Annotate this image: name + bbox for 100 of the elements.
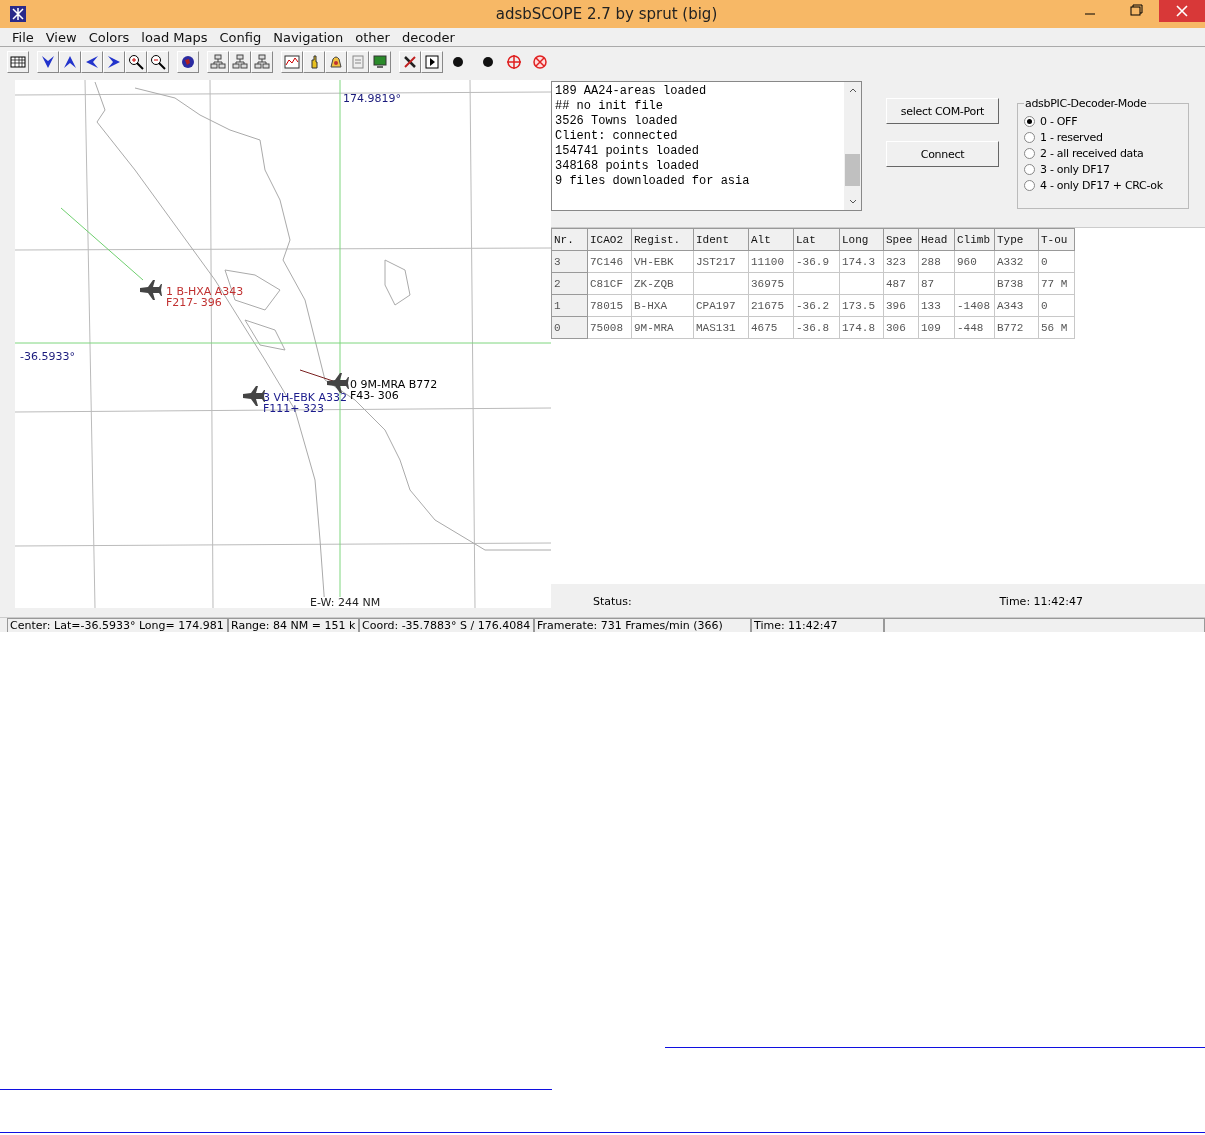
table-cell: 396 bbox=[883, 294, 919, 317]
table-cell: B772 bbox=[994, 316, 1039, 339]
menu-item[interactable]: Navigation bbox=[267, 29, 350, 45]
menu-item[interactable]: Colors bbox=[82, 29, 136, 45]
table-cell: 11100 bbox=[748, 250, 794, 273]
chart-icon[interactable] bbox=[281, 51, 303, 73]
connect-button[interactable]: Connect bbox=[886, 141, 999, 167]
table-cell: MAS131 bbox=[693, 316, 749, 339]
latitude-label: -36.5933° bbox=[20, 350, 75, 363]
window-title: adsbSCOPE 2.7 by sprut (big) bbox=[494, 5, 719, 23]
table-cell: 960 bbox=[954, 250, 995, 273]
column-header[interactable]: Regist. bbox=[631, 228, 694, 251]
menu-item[interactable]: load Maps bbox=[135, 29, 214, 45]
scroll-down-icon[interactable] bbox=[847, 198, 858, 206]
log-line: 9 files downloaded for asia bbox=[555, 174, 751, 189]
table-cell: A332 bbox=[994, 250, 1039, 273]
status-cell: Time: 11:42:47 bbox=[751, 618, 884, 632]
radio-option[interactable]: 0 - OFF bbox=[1024, 113, 1182, 129]
table-cell: -448 bbox=[954, 316, 995, 339]
network-icon[interactable] bbox=[229, 51, 251, 73]
table-cell: 288 bbox=[918, 250, 955, 273]
table-cell: A343 bbox=[994, 294, 1039, 317]
log-line: Client: connected bbox=[555, 129, 679, 144]
menu-item[interactable]: decoder bbox=[395, 29, 461, 45]
status-cell: Coord: -35.7883° S / 176.4084 bbox=[359, 618, 534, 632]
table-cell: CPA197 bbox=[693, 294, 749, 317]
status-label: Status: bbox=[593, 595, 632, 608]
table-cell: 306 bbox=[883, 316, 919, 339]
group-title: adsbPIC-Decoder-Mode bbox=[1024, 97, 1148, 110]
column-header[interactable]: Long bbox=[839, 228, 884, 251]
scale-label: E-W: 244 NM bbox=[310, 597, 381, 608]
column-header[interactable]: Lat bbox=[793, 228, 840, 251]
table-cell: 1 bbox=[551, 294, 588, 317]
menu-item[interactable]: Config bbox=[213, 29, 268, 45]
table-cell: -36.2 bbox=[793, 294, 840, 317]
zoom-out-icon[interactable] bbox=[147, 51, 169, 73]
radio-option[interactable]: 4 - only DF17 + CRC-ok bbox=[1024, 177, 1182, 193]
table-cell: -36.9 bbox=[793, 250, 840, 273]
network-icon[interactable] bbox=[207, 51, 229, 73]
longitude-label: 174.9819° bbox=[343, 92, 401, 105]
table-cell: 0 bbox=[551, 316, 588, 339]
table-cell: 36975 bbox=[748, 272, 794, 295]
select-port-button[interactable]: select COM-Port bbox=[886, 98, 999, 124]
aircraft-label: 1 B-HXA A343 F217- 396 bbox=[166, 286, 244, 308]
play-icon[interactable] bbox=[421, 51, 443, 73]
table-cell: 2 bbox=[551, 272, 588, 295]
column-header[interactable]: T-ou bbox=[1038, 228, 1075, 251]
bell-icon[interactable] bbox=[325, 51, 347, 73]
arrow-left-icon[interactable] bbox=[81, 51, 103, 73]
table-cell: 78015 bbox=[587, 294, 632, 317]
menu-item[interactable]: other bbox=[349, 29, 396, 45]
log-line: 154741 points loaded bbox=[555, 144, 701, 159]
column-header[interactable]: Spee bbox=[883, 228, 919, 251]
monitor-icon[interactable] bbox=[369, 51, 391, 73]
airplane-icon[interactable] bbox=[243, 386, 265, 406]
column-header[interactable]: Ident bbox=[693, 228, 749, 251]
radio-option[interactable]: 2 - all received data bbox=[1024, 145, 1182, 161]
table-cell bbox=[839, 272, 884, 295]
scrollbar[interactable] bbox=[844, 82, 861, 210]
column-header[interactable]: ICAO2 bbox=[587, 228, 632, 251]
table-cell: 133 bbox=[918, 294, 955, 317]
column-header[interactable]: Climb bbox=[954, 228, 995, 251]
table-cell: 7C146 bbox=[587, 250, 632, 273]
menu-item[interactable]: File bbox=[6, 29, 40, 45]
table-cell: JST217 bbox=[693, 250, 749, 273]
menu-item[interactable]: View bbox=[39, 29, 83, 45]
document-icon[interactable] bbox=[347, 51, 369, 73]
table-cell: 109 bbox=[918, 316, 955, 339]
column-header[interactable]: Head bbox=[918, 228, 955, 251]
scroll-up-icon[interactable] bbox=[847, 86, 858, 94]
table-cell: B-HXA bbox=[631, 294, 694, 317]
status-cell: Range: 84 NM = 151 k bbox=[228, 618, 359, 632]
close-icon[interactable] bbox=[1159, 0, 1205, 22]
airplane-icon[interactable] bbox=[327, 373, 349, 393]
airplane-icon[interactable] bbox=[140, 280, 162, 300]
aircraft-label: 0 9M-MRA B772 F43- 306 bbox=[350, 379, 438, 401]
table-cell: B738 bbox=[994, 272, 1039, 295]
radio-option[interactable]: 3 - only DF17 bbox=[1024, 161, 1182, 177]
radio-option[interactable]: 1 - reserved bbox=[1024, 129, 1182, 145]
table-cell: 75008 bbox=[587, 316, 632, 339]
table-cell: ZK-ZQB bbox=[631, 272, 694, 295]
map-view[interactable]: 174.9819° -36.5933° E-W: 244 NM 1 B-HXA A343 F217- 396 3 VH-EBK A332 F111+ 323 0 9M-MRA B772 F43- 306 bbox=[15, 80, 551, 608]
status-cell: Framerate: 731 Frames/min (366) bbox=[534, 618, 751, 632]
table-cell bbox=[793, 272, 840, 295]
globe-icon[interactable] bbox=[177, 51, 199, 73]
arrow-right-icon[interactable] bbox=[103, 51, 125, 73]
table-cell: 77 M bbox=[1038, 272, 1075, 295]
column-header[interactable]: Alt bbox=[748, 228, 794, 251]
log-line: 348168 points loaded bbox=[555, 159, 701, 174]
arrow-down-icon[interactable] bbox=[37, 51, 59, 73]
table-cell: C81CF bbox=[587, 272, 632, 295]
network-icon[interactable] bbox=[251, 51, 273, 73]
table-icon[interactable] bbox=[7, 51, 29, 73]
column-header[interactable]: Type bbox=[994, 228, 1039, 251]
table-cell: 173.5 bbox=[839, 294, 884, 317]
arrow-up-icon[interactable] bbox=[59, 51, 81, 73]
zoom-in-icon[interactable] bbox=[125, 51, 147, 73]
scroll-thumb[interactable] bbox=[845, 154, 860, 186]
log-line: ## no init file bbox=[555, 99, 665, 114]
column-header[interactable]: Nr. bbox=[551, 228, 588, 251]
